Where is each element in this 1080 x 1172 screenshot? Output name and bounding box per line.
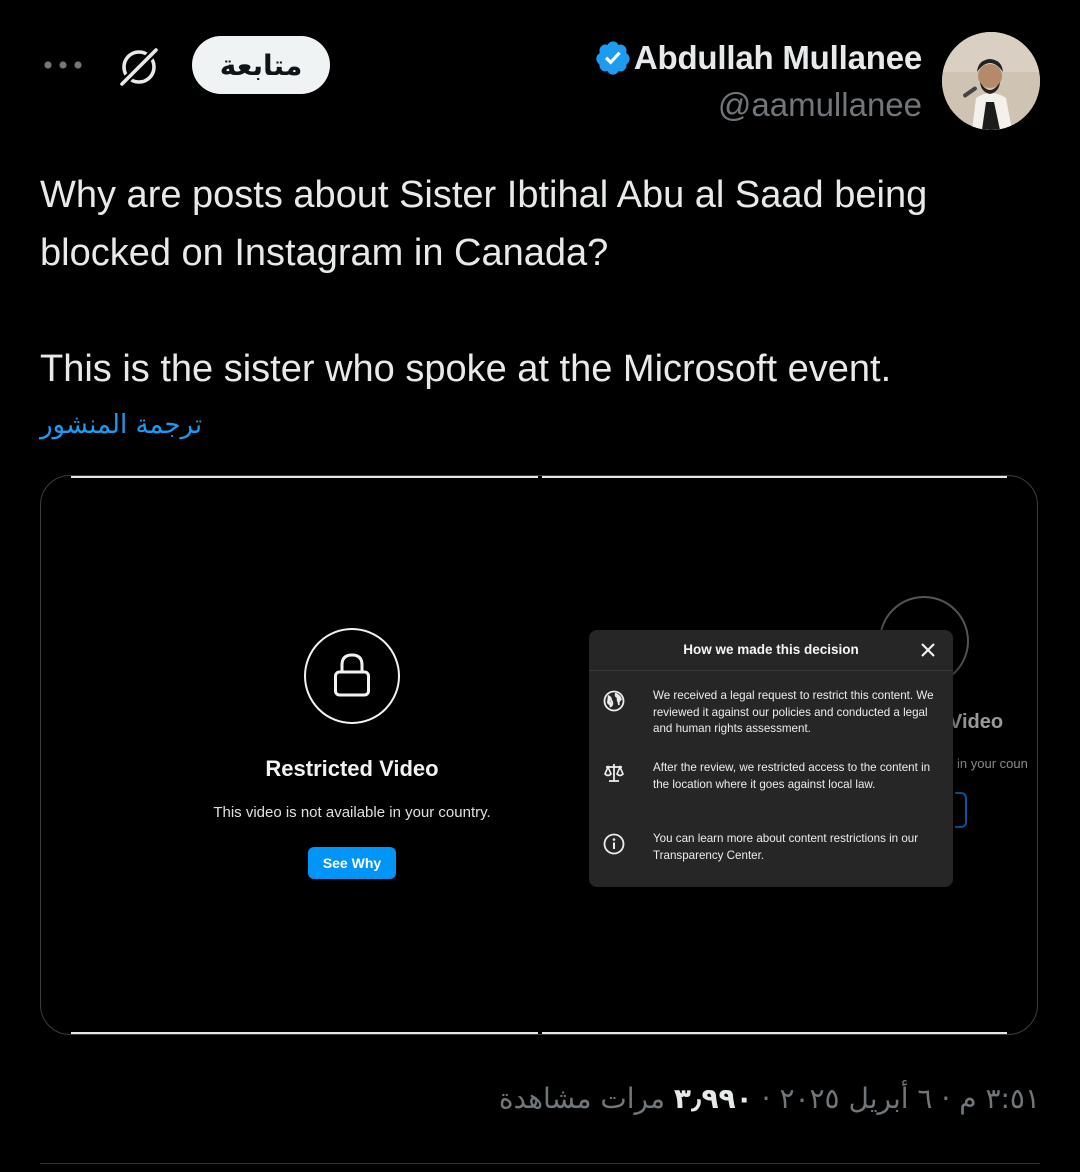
tweet-paragraph: This is the sister who spoke at the Micr…	[40, 348, 892, 390]
tweet-date[interactable]: ٦ أبريل ٢٠٢٥	[779, 1082, 932, 1115]
dialog-row-text: After the review, we restricted access t…	[653, 761, 931, 791]
see-why-button[interactable]: See Why	[308, 847, 396, 879]
author-name-row[interactable]: Abdullah Mullanee	[594, 36, 922, 80]
follow-button[interactable]: متابعة	[192, 36, 330, 94]
tweet-text: Why are posts about Sister Ibtihal Abu a…	[40, 166, 1040, 398]
more-dots-icon	[44, 61, 82, 69]
scales-icon	[604, 764, 624, 782]
more-options-button[interactable]	[40, 52, 86, 78]
restricted-video-screen: Restricted Video This video is not avail…	[41, 476, 538, 1034]
dialog-title: How we made this decision	[683, 642, 859, 657]
decision-dialog: How we made this decision We received a …	[589, 630, 953, 887]
lock-icon	[304, 628, 400, 724]
verified-badge-icon	[596, 41, 630, 75]
media-divider	[538, 476, 542, 1034]
divider	[40, 1163, 1040, 1164]
close-icon[interactable]	[920, 642, 936, 658]
author-name: Abdullah Mullanee	[633, 39, 922, 76]
tweet-meta: ٣:٥١ م · ٦ أبريل ٢٠٢٥ · ٣٫٩٩٠ مرات مشاهد…	[499, 1082, 1040, 1115]
tweet-time[interactable]: ٣:٥١ م	[959, 1082, 1040, 1115]
dialog-header: How we made this decision	[589, 630, 953, 671]
restricted-video-title: Restricted Video	[265, 756, 439, 781]
translate-post-link[interactable]: ترجمة المنشور	[40, 410, 202, 440]
meta-separator: ·	[941, 1082, 951, 1115]
globe-icon	[603, 690, 625, 712]
tweet-media[interactable]: Restricted Video This video is not avail…	[40, 475, 1038, 1035]
dialog-row-text: You can learn more about content restric…	[653, 832, 919, 862]
meta-separator: ·	[761, 1082, 771, 1115]
restricted-video-title-background: Video	[949, 711, 1004, 733]
views-count: ٣٫٩٩٠	[673, 1082, 753, 1115]
grok-icon[interactable]	[116, 44, 162, 90]
see-why-button-background	[955, 792, 967, 828]
avatar[interactable]	[942, 32, 1040, 130]
info-icon	[603, 833, 625, 855]
author-handle[interactable]: @aamullanee	[718, 86, 922, 124]
views-label: مرات مشاهدة	[498, 1082, 665, 1115]
restricted-video-message: This video is not available in your coun…	[213, 804, 491, 821]
dialog-row-text: We received a legal request to restrict …	[653, 689, 934, 735]
restricted-video-message-background: in your coun	[957, 756, 1028, 771]
tweet-paragraph: Why are posts about Sister Ibtihal Abu a…	[40, 174, 928, 274]
